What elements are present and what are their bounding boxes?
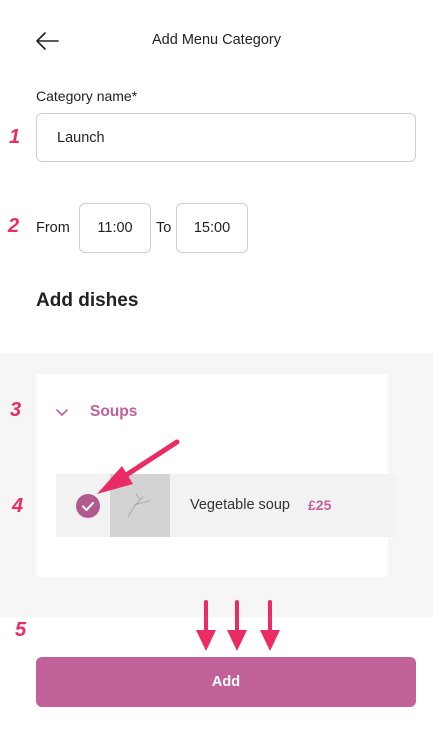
from-time-input[interactable] <box>79 203 151 253</box>
step-marker-4: 4 <box>12 495 24 517</box>
add-dishes-title: Add dishes <box>36 290 139 311</box>
top-bar: Add Menu Category <box>0 0 433 82</box>
check-icon[interactable] <box>76 494 100 518</box>
step-marker-3: 3 <box>10 399 22 421</box>
to-time-input[interactable] <box>176 203 248 253</box>
dish-item[interactable]: Vegetable soup £25 <box>56 474 396 537</box>
category-card: Soups Vegetable soup £25 <box>36 374 396 577</box>
category-name-label: Category name* <box>36 88 138 104</box>
step-marker-2: 2 <box>8 215 20 237</box>
from-label: From <box>36 220 70 236</box>
category-name-input[interactable] <box>36 113 416 162</box>
add-button[interactable]: Add <box>36 657 416 707</box>
chevron-down-icon <box>54 406 70 418</box>
page-title: Add Menu Category <box>152 32 281 48</box>
step-marker-5: 5 <box>15 619 27 641</box>
dish-thumbnail <box>110 474 170 537</box>
category-name: Soups <box>90 403 138 420</box>
to-label: To <box>156 220 172 236</box>
step-marker-1: 1 <box>9 126 21 148</box>
dish-price: £25 <box>308 497 332 513</box>
time-range-row: From To <box>36 203 416 253</box>
category-toggle-soups[interactable]: Soups <box>36 374 388 452</box>
dish-name: Vegetable soup <box>190 497 290 513</box>
dishes-panel: Soups Vegetable soup £25 <box>0 353 433 617</box>
